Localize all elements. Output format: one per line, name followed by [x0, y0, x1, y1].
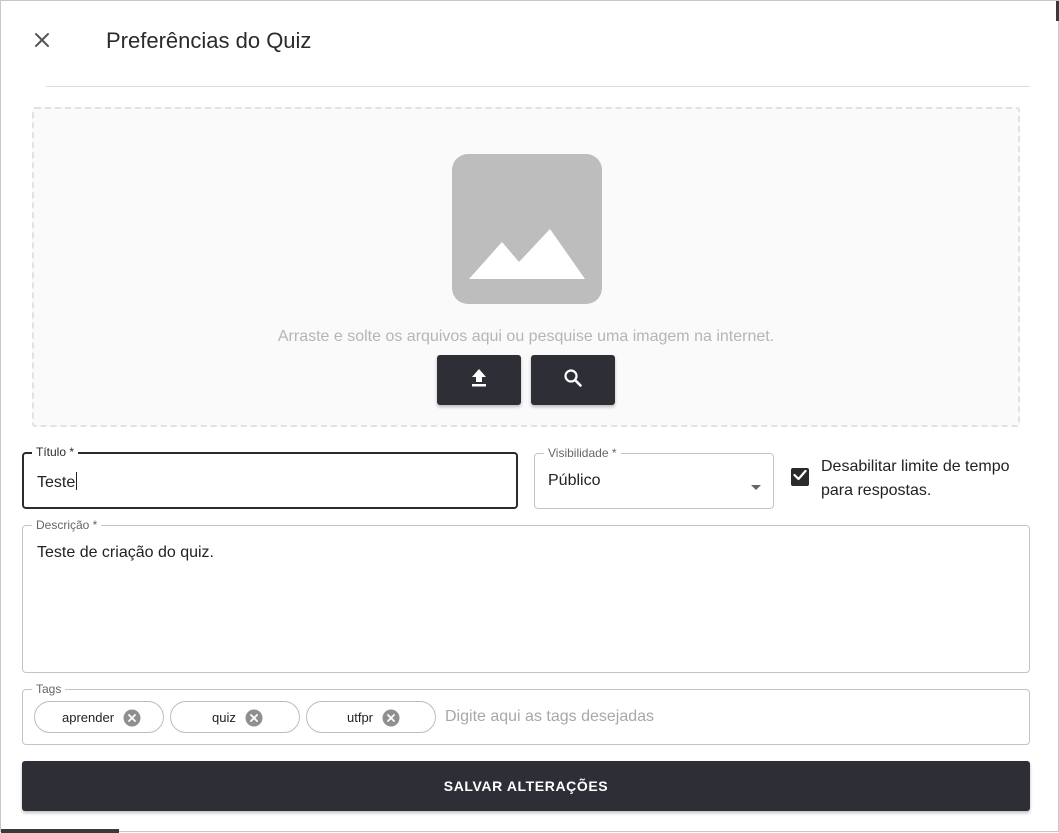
quiz-preferences-dialog: Preferências do Quiz Arraste e solte os …: [0, 0, 1059, 833]
chevron-down-icon: [750, 478, 762, 496]
description-label: Descrição *: [32, 517, 102, 533]
image-placeholder-icon: [452, 154, 602, 304]
text-caret: [76, 472, 78, 490]
disable-time-limit-checkbox[interactable]: [791, 468, 809, 486]
title-field[interactable]: Título * Teste: [22, 444, 518, 509]
description-field[interactable]: Descrição * Teste de criação do quiz.: [22, 517, 1030, 673]
search-image-button[interactable]: [531, 355, 615, 405]
remove-tag-icon[interactable]: [382, 709, 400, 727]
title-label: Título *: [32, 444, 79, 460]
visibility-value: Público: [548, 472, 601, 489]
disable-time-limit-label[interactable]: Desabilitar limite de tempo para respost…: [821, 455, 1031, 503]
tag-chip-utfpr: utfpr: [306, 701, 436, 733]
description-value: Teste de criação do quiz.: [37, 544, 214, 561]
tag-chip-label: aprender: [62, 710, 115, 725]
close-button[interactable]: [29, 29, 55, 55]
tags-input[interactable]: [445, 705, 1015, 729]
upload-icon: [470, 368, 488, 393]
check-icon: [793, 468, 807, 486]
upload-button[interactable]: [437, 355, 521, 405]
tag-chip-aprender: aprender: [34, 701, 164, 733]
image-dropzone[interactable]: Arraste e solte os arquivos aqui ou pesq…: [32, 107, 1020, 427]
header-divider: [46, 86, 1030, 87]
backdrop-edge: [1, 829, 119, 833]
tag-chip-label: utfpr: [347, 710, 374, 725]
close-icon: [34, 32, 50, 53]
title-input-value: Teste: [37, 474, 76, 491]
dialog-title: Preferências do Quiz: [106, 28, 312, 53]
save-button[interactable]: SALVAR ALTERAÇÕES: [22, 761, 1030, 811]
remove-tag-icon[interactable]: [245, 709, 263, 727]
tag-chip-quiz: quiz: [170, 701, 300, 733]
visibility-select[interactable]: Visibilidade * Público: [534, 445, 774, 509]
visibility-label: Visibilidade *: [544, 445, 621, 461]
tags-label: Tags: [32, 681, 66, 697]
dropzone-hint: Arraste e solte os arquivos aqui ou pesq…: [277, 328, 775, 345]
tag-chip-label: quiz: [212, 710, 236, 725]
remove-tag-icon[interactable]: [123, 709, 141, 727]
search-icon: [563, 368, 583, 393]
